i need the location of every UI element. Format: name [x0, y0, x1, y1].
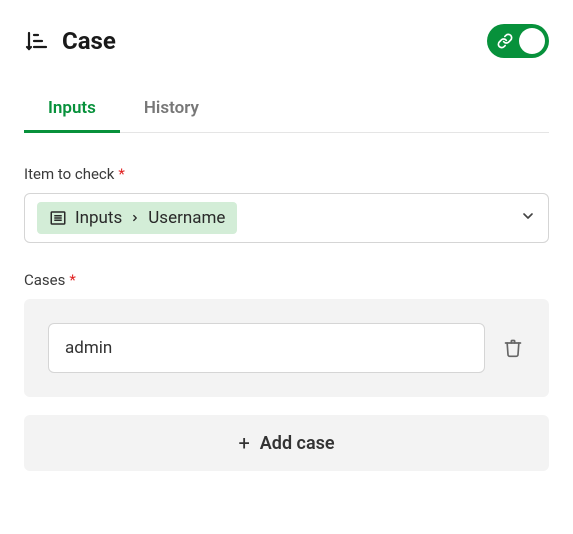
cases-label-text: Cases	[24, 271, 65, 289]
tab-inputs[interactable]: Inputs	[24, 86, 120, 133]
delete-case-button[interactable]	[501, 336, 525, 360]
dropdown-content: Inputs Username	[37, 202, 237, 234]
item-to-check-label: Item to check *	[24, 165, 549, 183]
tab-history[interactable]: History	[120, 86, 223, 133]
cases-label: Cases *	[24, 271, 549, 289]
add-case-label: Add case	[260, 433, 335, 454]
tabs: Inputs History	[24, 86, 549, 133]
required-mark: *	[69, 271, 75, 289]
chip-source: Inputs	[75, 208, 122, 228]
plus-icon: +	[238, 431, 249, 455]
add-case-button[interactable]: + Add case	[24, 415, 549, 471]
page-title: Case	[62, 27, 116, 55]
case-value-input[interactable]	[48, 323, 485, 373]
link-icon	[497, 33, 513, 49]
chevron-right-icon	[130, 211, 140, 225]
required-mark: *	[118, 165, 124, 183]
case-icon	[24, 29, 48, 53]
case-row	[48, 323, 525, 373]
header: Case	[24, 24, 549, 58]
toggle-knob	[519, 28, 545, 54]
value-chip: Inputs Username	[37, 202, 237, 234]
link-toggle[interactable]	[487, 24, 549, 58]
chevron-down-icon	[520, 208, 536, 228]
item-to-check-dropdown[interactable]: Inputs Username	[24, 193, 549, 243]
trash-icon	[503, 338, 523, 358]
cases-list	[24, 299, 549, 397]
chip-field: Username	[148, 208, 225, 228]
header-left: Case	[24, 27, 116, 55]
list-icon	[49, 209, 67, 227]
item-to-check-label-text: Item to check	[24, 165, 114, 183]
